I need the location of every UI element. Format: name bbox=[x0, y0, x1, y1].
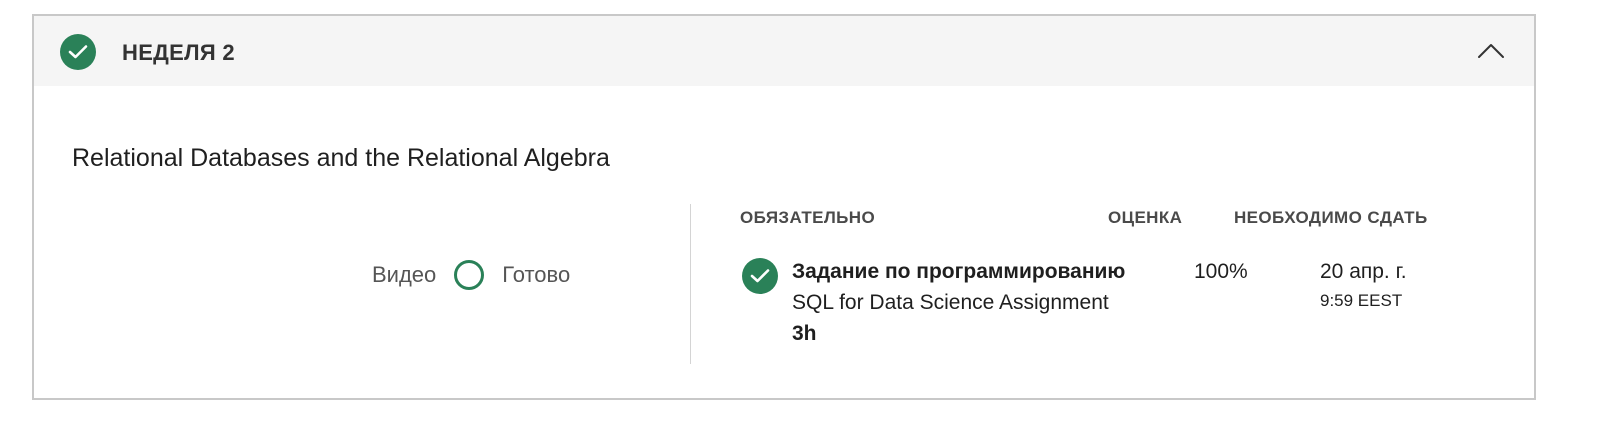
check-icon bbox=[742, 258, 778, 294]
column-header-due: НЕОБХОДИМО СДАТЬ bbox=[1234, 208, 1428, 227]
week-card: НЕДЕЛЯ 2 Relational Databases and the Re… bbox=[32, 14, 1536, 400]
assignment-due-date: 20 апр. г. bbox=[1320, 260, 1407, 283]
chevron-up-icon[interactable] bbox=[1476, 38, 1506, 62]
video-label: Видео bbox=[372, 262, 437, 287]
incomplete-circle-icon bbox=[454, 260, 485, 290]
check-icon bbox=[60, 34, 96, 70]
assignment-name-link[interactable]: SQL for Data Science Assignment bbox=[792, 291, 1109, 315]
assignment-due-time: 9:59 EEST bbox=[1320, 291, 1403, 310]
assignment-grade: 100% bbox=[1194, 260, 1248, 283]
video-status[interactable]: Видео Готово bbox=[372, 260, 570, 290]
assignment-type: Задание по программированию bbox=[792, 260, 1126, 283]
week-title: НЕДЕЛЯ 2 bbox=[122, 40, 235, 65]
assignment-duration: 3h bbox=[792, 322, 817, 345]
column-header-required: ОБЯЗАТЕЛЬНО bbox=[740, 208, 876, 227]
video-status-label: Готово bbox=[502, 262, 571, 287]
divider bbox=[690, 204, 691, 364]
module-title: Relational Databases and the Relational … bbox=[72, 144, 610, 172]
week-header[interactable]: НЕДЕЛЯ 2 bbox=[34, 16, 1534, 86]
column-header-grade: ОЦЕНКА bbox=[1108, 208, 1183, 227]
